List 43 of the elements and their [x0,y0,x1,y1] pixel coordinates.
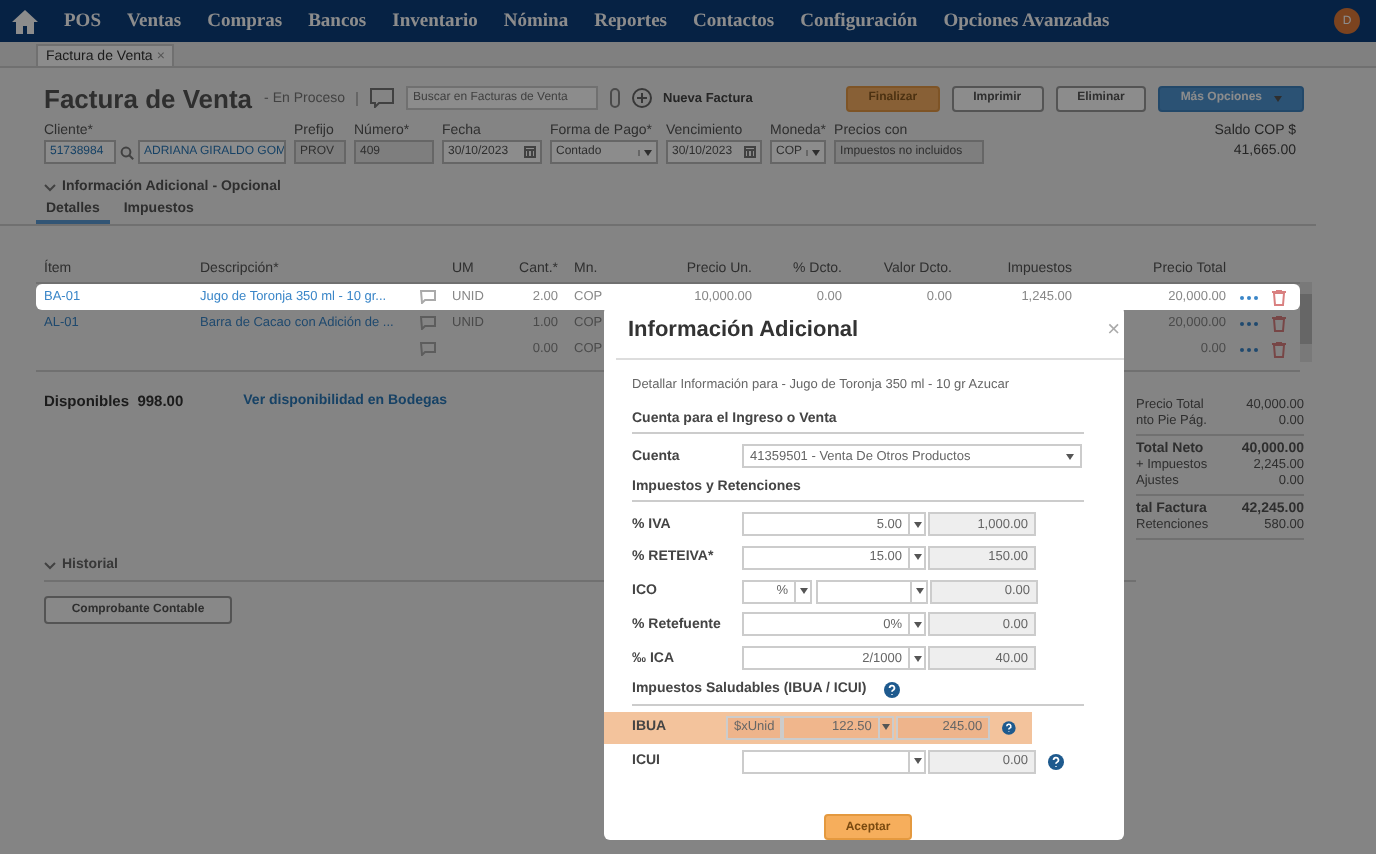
calendar-icon[interactable] [524,146,536,158]
nav-menu-item[interactable]: Configuración [800,11,918,31]
home-icon[interactable] [12,9,38,33]
value-field[interactable] [816,579,912,604]
caret-icon [812,149,820,155]
nav-menu-item[interactable]: Opciones Avanzadas [943,11,1110,31]
nav-menu-item[interactable]: Inventario [392,11,478,31]
caret-icon [644,149,652,155]
scrollbar[interactable] [1300,282,1312,362]
nav-menu-item[interactable]: Compras [207,11,283,31]
help-icon[interactable] [1002,719,1016,736]
nav-menu-item[interactable]: POS [64,11,101,31]
nav-menu-item[interactable]: Bancos [308,11,367,31]
caret-icon [799,588,807,595]
nav-menu-item[interactable]: Nómina [503,11,569,31]
caret-icon [913,554,921,561]
nav-menu-item[interactable]: Reportes [594,11,667,31]
trash-icon[interactable] [1271,341,1285,357]
plus-circle-icon[interactable] [631,88,652,108]
search-icon[interactable] [120,145,134,159]
caret-icon [913,521,921,528]
chevron-icon[interactable] [44,183,56,191]
paperclip-icon[interactable] [609,88,620,108]
help-icon[interactable] [884,681,901,698]
modal-title: Información Adicional [628,318,859,342]
caret-icon [881,724,890,731]
comment-icon[interactable] [369,88,394,108]
nav-menu-item[interactable]: Contactos [692,11,775,31]
nav-menu-item[interactable]: Ventas [126,11,182,31]
help-icon[interactable] [1048,753,1064,770]
caret-icon [1066,453,1074,460]
caret-icon [913,758,921,765]
calendar-icon[interactable] [744,146,756,158]
value-field[interactable] [742,749,910,774]
close-icon[interactable]: × [1107,318,1120,342]
caret-icon [913,621,921,628]
trash-icon[interactable] [1271,289,1285,305]
chevron-icon[interactable] [44,561,56,569]
caret-icon [915,588,923,595]
caret-icon [1274,95,1282,101]
page-title: Factura de Venta [44,83,253,113]
caret-icon [913,655,921,662]
trash-icon[interactable] [1271,315,1285,331]
